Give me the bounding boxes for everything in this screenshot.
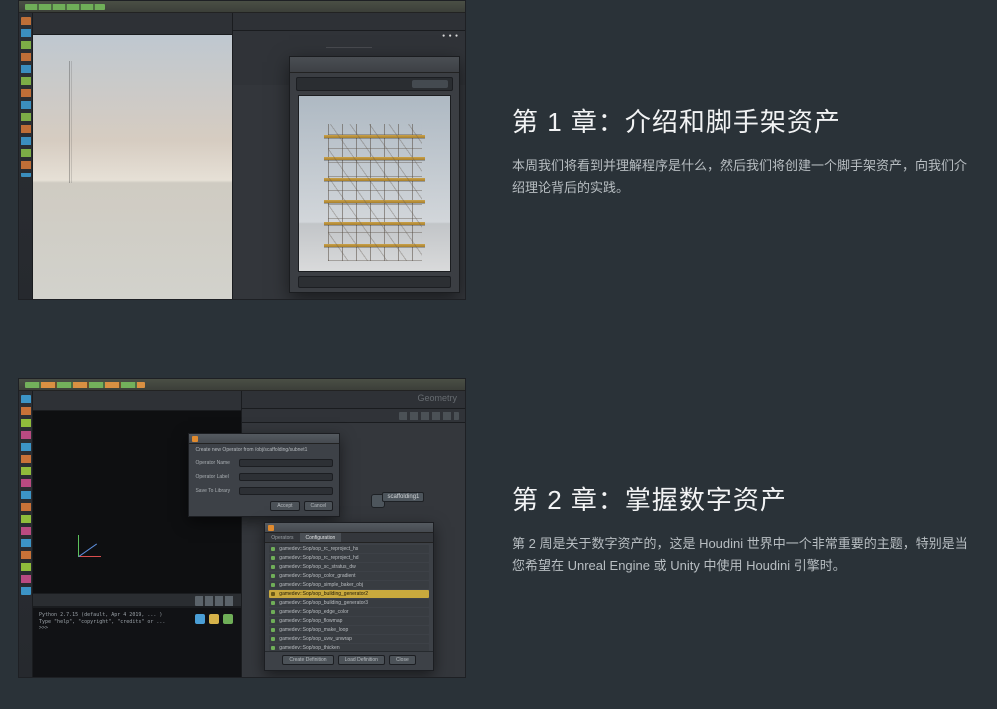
list-item[interactable]: gamedev::Sop/sop_building_generator2 <box>269 590 428 598</box>
list-item[interactable]: gamedev::Sop/sop_building_generator3 <box>269 599 428 607</box>
dialog-tabs: Operators Configuration <box>265 533 432 543</box>
dialog-titlebar <box>189 434 339 444</box>
app-menubar <box>19 379 465 391</box>
load-definition-button[interactable]: Load Definition <box>338 655 385 665</box>
create-definition-button[interactable]: Create Definition <box>282 655 333 665</box>
list-item[interactable]: gamedev::Sop/sop_rc_reproject_hs <box>269 545 428 553</box>
scene-header <box>33 391 241 411</box>
pane-split: ● ● ● <box>19 13 465 299</box>
list-item[interactable]: gamedev::Sop/sop_thicken <box>269 644 428 651</box>
accept-button[interactable]: Accept <box>270 501 299 511</box>
chapter-1-row: ● ● ● <box>18 0 979 300</box>
dialog-buttons: Accept Cancel <box>189 498 339 516</box>
chapter-1-title: 第 1 章：介绍和脚手架资产 <box>512 102 979 139</box>
list-item[interactable]: gamedev::Sop/sop_make_loop <box>269 626 428 634</box>
list-item[interactable]: gamedev::Sop/sop_edge_color <box>269 608 428 616</box>
list-item[interactable]: gamedev::Sop/sop_flowmap <box>269 617 428 625</box>
console-badges <box>195 614 233 624</box>
form-row: Operator Label <box>189 470 339 484</box>
cancel-button[interactable]: Cancel <box>304 501 334 511</box>
dialog-caption: Create new Operator from /obj/scaffoldin… <box>189 444 339 456</box>
chapter-2-desc: 第 2 周是关于数字资产的，这是 Houdini 世界中一个非常重要的主题，特别… <box>512 533 979 576</box>
left-toolbar <box>19 391 33 677</box>
dialog-titlebar <box>290 57 460 73</box>
console-line: Python 2.7.15 (default, Apr 4 2019, ... … <box>39 612 162 618</box>
app-menubar <box>19 1 465 13</box>
window-controls-icon: ● ● ● <box>442 33 459 39</box>
new-operator-dialog: Create new Operator from /obj/scaffoldin… <box>188 433 340 517</box>
form-row: Save To Library <box>189 484 339 498</box>
dialog-footer: Create Definition Load Definition Close <box>265 651 432 670</box>
console-line: Type "help", "copyright", "credits" or .… <box>39 619 165 625</box>
chapter-1-text: 第 1 章：介绍和脚手架资产 本周我们将看到并理解程序是什么，然后我们将创建一个… <box>512 102 979 198</box>
axis-gizmo-icon <box>79 517 119 557</box>
asset-manager-dialog: Operators Configuration gamedev::Sop/sop… <box>264 522 433 671</box>
list-item[interactable]: gamedev::Sop/sop_uvw_unwrap <box>269 635 428 643</box>
viewport-pane <box>19 13 233 299</box>
list-item[interactable]: gamedev::Sop/sop_simple_baker_obj <box>269 581 428 589</box>
node-tooltip: scaffolding1 <box>382 492 424 502</box>
asset-list: gamedev::Sop/sop_rc_reproject_hsgamedev:… <box>265 543 432 651</box>
chapter-1-desc: 本周我们将看到并理解程序是什么，然后我们将创建一个脚手架资产，向我们介绍理论背后… <box>512 155 979 198</box>
left-toolbar <box>19 13 33 299</box>
network-header <box>242 391 465 409</box>
dialog-statusbar <box>298 276 452 288</box>
viewport-sky-render <box>33 35 232 299</box>
render-view <box>298 95 452 272</box>
network-toolbar <box>242 409 465 423</box>
scaffold-render <box>328 124 422 261</box>
list-item[interactable]: gamedev::Sop/sop_color_gradient <box>269 572 428 580</box>
dialog-titlebar <box>265 523 432 533</box>
list-item[interactable]: gamedev::Sop/sop_rc_reproject_hd <box>269 554 428 562</box>
chapter-2-title: 第 2 章：掌握数字资产 <box>512 480 979 517</box>
render-dialog <box>289 56 461 293</box>
chapter-2-text: 第 2 章：掌握数字资产 第 2 周是关于数字资产的，这是 Houdini 世界… <box>512 480 979 576</box>
console-line: >>> <box>39 625 48 631</box>
list-item[interactable]: gamedev::Sop/sop_sc_stratus_dw <box>269 563 428 571</box>
chapter-2-thumbnail[interactable]: Python 2.7.15 (default, Apr 4 2019, ... … <box>18 378 466 678</box>
viewport-header <box>33 13 232 35</box>
network-header <box>233 13 465 31</box>
chapter-1-thumbnail[interactable]: ● ● ● <box>18 0 466 300</box>
chapter-2-row: Python 2.7.15 (default, Apr 4 2019, ... … <box>18 378 979 678</box>
scene-statusbar <box>33 593 241 607</box>
tab-operators[interactable]: Operators <box>265 533 299 542</box>
tab-configuration[interactable]: Configuration <box>300 533 342 542</box>
close-button[interactable]: Close <box>389 655 416 665</box>
python-console: Python 2.7.15 (default, Apr 4 2019, ... … <box>33 607 241 677</box>
network-pane: ● ● ● <box>233 13 465 299</box>
form-row: Operator Name <box>189 456 339 470</box>
dialog-toolbar <box>296 77 454 91</box>
